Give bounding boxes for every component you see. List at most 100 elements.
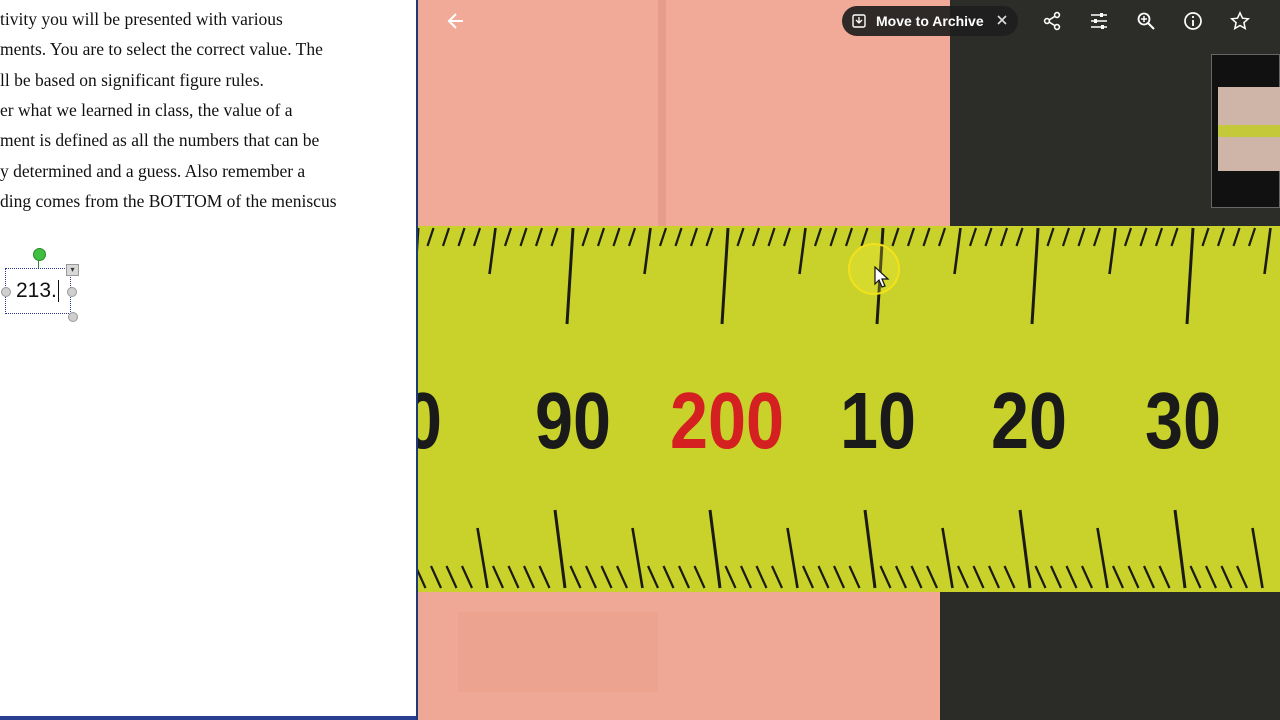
- tape-tick-bottom: [863, 509, 877, 589]
- tape-tick-top: [581, 227, 590, 247]
- info-icon: [1184, 12, 1202, 30]
- tape-number-label: 20: [991, 376, 1067, 465]
- tape-tick-bottom: [538, 565, 551, 589]
- tape-tick-bottom: [1251, 527, 1264, 589]
- tape-tick-bottom: [476, 527, 489, 589]
- tape-tick-top: [472, 227, 482, 247]
- tape-tick-top: [596, 227, 606, 247]
- back-button[interactable]: [441, 6, 471, 36]
- thumbnail-tape: [1218, 125, 1280, 137]
- tape-tick-top: [751, 227, 761, 247]
- tape-tick-top: [999, 227, 1009, 247]
- tape-tick-top: [503, 227, 513, 247]
- tape-tick-bottom: [708, 509, 722, 589]
- resize-handle-left[interactable]: [1, 287, 11, 297]
- tape-tick-bottom: [1173, 509, 1187, 589]
- tape-tick-bottom: [429, 565, 443, 589]
- doc-text-line: ments. You are to select the correct val…: [0, 39, 323, 59]
- tape-tick-top: [906, 227, 916, 247]
- tape-tick-bottom: [739, 565, 753, 589]
- rotation-handle[interactable]: [33, 248, 46, 261]
- tape-tick-top: [550, 227, 559, 247]
- tape-tick-bottom: [1018, 509, 1032, 589]
- tape-tick-top: [565, 227, 575, 325]
- doc-text-line: y determined and a guess. Also remember …: [0, 161, 306, 181]
- tape-tick-top: [457, 227, 466, 247]
- tape-tick-bottom: [693, 565, 706, 589]
- tape-tick-bottom: [600, 565, 613, 589]
- doc-text-line: ment is defined as all the numbers that …: [0, 130, 320, 150]
- answer-text: 213.: [16, 279, 57, 302]
- tape-tick-bottom: [941, 527, 954, 589]
- tape-tick-top: [658, 227, 668, 247]
- tape-tick-top: [1015, 227, 1024, 247]
- pink-card-bottom: [418, 592, 940, 720]
- tape-tick-top: [984, 227, 993, 247]
- tape-tick-bottom: [522, 565, 536, 589]
- tape-tick-bottom: [646, 565, 660, 589]
- tape-tick-top: [1201, 227, 1210, 247]
- photo-thumbnail[interactable]: [1211, 54, 1280, 208]
- tape-tick-bottom: [1158, 565, 1171, 589]
- favorite-button[interactable]: [1225, 6, 1255, 36]
- tape-tick-bottom: [817, 565, 830, 589]
- resize-handle-right[interactable]: [67, 287, 77, 297]
- tape-tick-top: [922, 227, 931, 247]
- tape-tick-bottom: [631, 527, 644, 589]
- tape-tick-bottom: [460, 565, 474, 589]
- tape-tick-bottom: [1235, 565, 1249, 589]
- tape-tick-bottom: [615, 565, 629, 589]
- photo-viewer: 0 90 200 10 20 30 Move to Archive: [418, 0, 1280, 720]
- tape-tick-bottom: [786, 527, 799, 589]
- tape-tick-top: [1092, 227, 1102, 247]
- tape-tick-bottom: [662, 565, 675, 589]
- tape-tick-bottom: [910, 565, 923, 589]
- tape-tick-bottom: [801, 565, 815, 589]
- tape-tick-top: [689, 227, 699, 247]
- tape-tick-bottom: [1204, 565, 1218, 589]
- tape-tick-bottom: [445, 565, 458, 589]
- tape-tick-bottom: [1111, 565, 1125, 589]
- tape-number-label: 200: [670, 376, 784, 465]
- tape-tick-bottom: [848, 565, 861, 589]
- doc-text-line: er what we learned in class, the value o…: [0, 100, 293, 120]
- tape-tick-bottom: [418, 568, 427, 589]
- textbox-options-icon[interactable]: ▾: [66, 264, 79, 276]
- sliders-icon: [1091, 13, 1107, 29]
- tape-tick-top: [534, 227, 544, 247]
- tape-tick-top: [813, 227, 823, 247]
- answer-textbox[interactable]: 213.: [5, 268, 71, 314]
- zoom-button[interactable]: [1131, 6, 1161, 36]
- tape-number-label: 10: [840, 376, 916, 465]
- info-button[interactable]: [1178, 6, 1208, 36]
- tape-tick-bottom: [894, 565, 908, 589]
- tape-tick-bottom: [553, 509, 567, 589]
- move-to-archive-button[interactable]: Move to Archive: [842, 6, 1018, 36]
- share-button[interactable]: [1037, 6, 1067, 36]
- tape-tick-top: [798, 227, 807, 275]
- tape-tick-top: [720, 227, 730, 325]
- tape-tick-top: [767, 227, 776, 247]
- tape-tick-top: [1232, 227, 1241, 247]
- mouse-pointer-icon: [874, 266, 890, 288]
- tape-number-label: 30: [1145, 376, 1221, 465]
- document-pane: tivity you will be presented with variou…: [0, 0, 416, 720]
- edit-button[interactable]: [1084, 6, 1114, 36]
- tape-tick-bottom: [972, 565, 985, 589]
- tape-tick-top: [782, 227, 792, 247]
- tape-tick-top: [612, 227, 621, 247]
- tape-tick-top: [1170, 227, 1179, 247]
- close-icon[interactable]: [994, 12, 1010, 28]
- tape-tick-bottom: [1127, 565, 1140, 589]
- tape-tick-top: [705, 227, 714, 247]
- tape-tick-top: [1061, 227, 1071, 247]
- tape-tick-top: [627, 227, 637, 247]
- resize-handle-bottom-right[interactable]: [68, 312, 78, 322]
- tape-tick-bottom: [1220, 565, 1233, 589]
- star-icon: [1230, 11, 1250, 31]
- tape-tick-top: [1185, 227, 1195, 325]
- tape-tick-bottom: [832, 565, 846, 589]
- tape-tick-top: [1263, 227, 1272, 275]
- tape-tick-top: [519, 227, 528, 247]
- tape-tick-bottom: [491, 565, 505, 589]
